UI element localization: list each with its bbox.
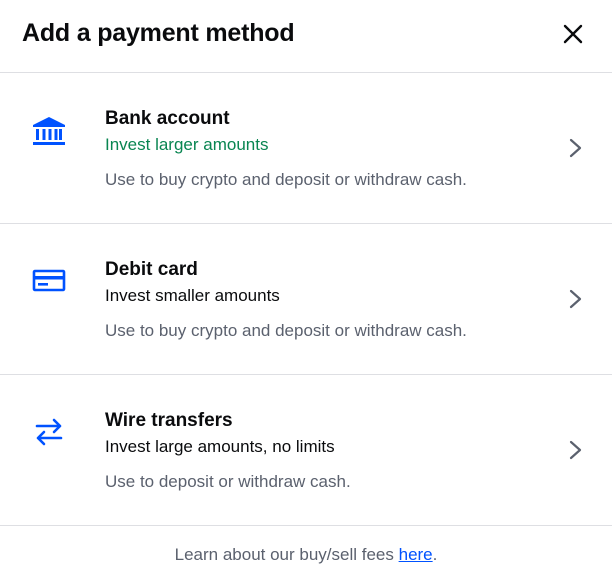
bank-icon <box>32 113 66 147</box>
fees-link[interactable]: here <box>399 545 433 564</box>
option-description: Use to buy crypto and deposit or withdra… <box>105 170 467 189</box>
fees-footer-text: Learn about our buy/sell fees here. <box>0 544 612 566</box>
modal-title: Add a payment method <box>22 19 295 47</box>
transfer-arrows-icon <box>32 415 66 449</box>
close-button[interactable] <box>556 18 590 52</box>
payment-option-wire-transfers[interactable]: Wire transfers Invest large amounts, no … <box>0 375 612 526</box>
option-title: Debit card <box>105 259 198 280</box>
fees-suffix: . <box>432 545 438 564</box>
close-icon <box>563 24 583 44</box>
add-payment-method-modal: Add a payment method Bank account Invest… <box>0 0 612 582</box>
chevron-right-icon <box>566 288 586 310</box>
modal-header: Add a payment method <box>0 0 612 73</box>
fees-footer: Learn about our buy/sell fees here. <box>0 526 612 582</box>
option-description: Use to buy crypto and deposit or withdra… <box>105 321 467 340</box>
debit-card-icon <box>32 264 66 298</box>
chevron-right-icon <box>566 137 586 159</box>
option-title: Bank account <box>105 108 230 129</box>
payment-option-debit-card[interactable]: Debit card Invest smaller amounts Use to… <box>0 224 612 375</box>
option-description: Use to deposit or withdraw cash. <box>105 472 351 491</box>
payment-option-bank-account[interactable]: Bank account Invest larger amounts Use t… <box>0 73 612 224</box>
option-title: Wire transfers <box>105 410 233 431</box>
option-subtitle: Invest smaller amounts <box>105 286 280 305</box>
option-subtitle: Invest large amounts, no limits <box>105 437 335 456</box>
fees-text: Learn about our buy/sell fees <box>174 545 399 564</box>
option-subtitle: Invest larger amounts <box>105 135 269 154</box>
chevron-right-icon <box>566 439 586 461</box>
